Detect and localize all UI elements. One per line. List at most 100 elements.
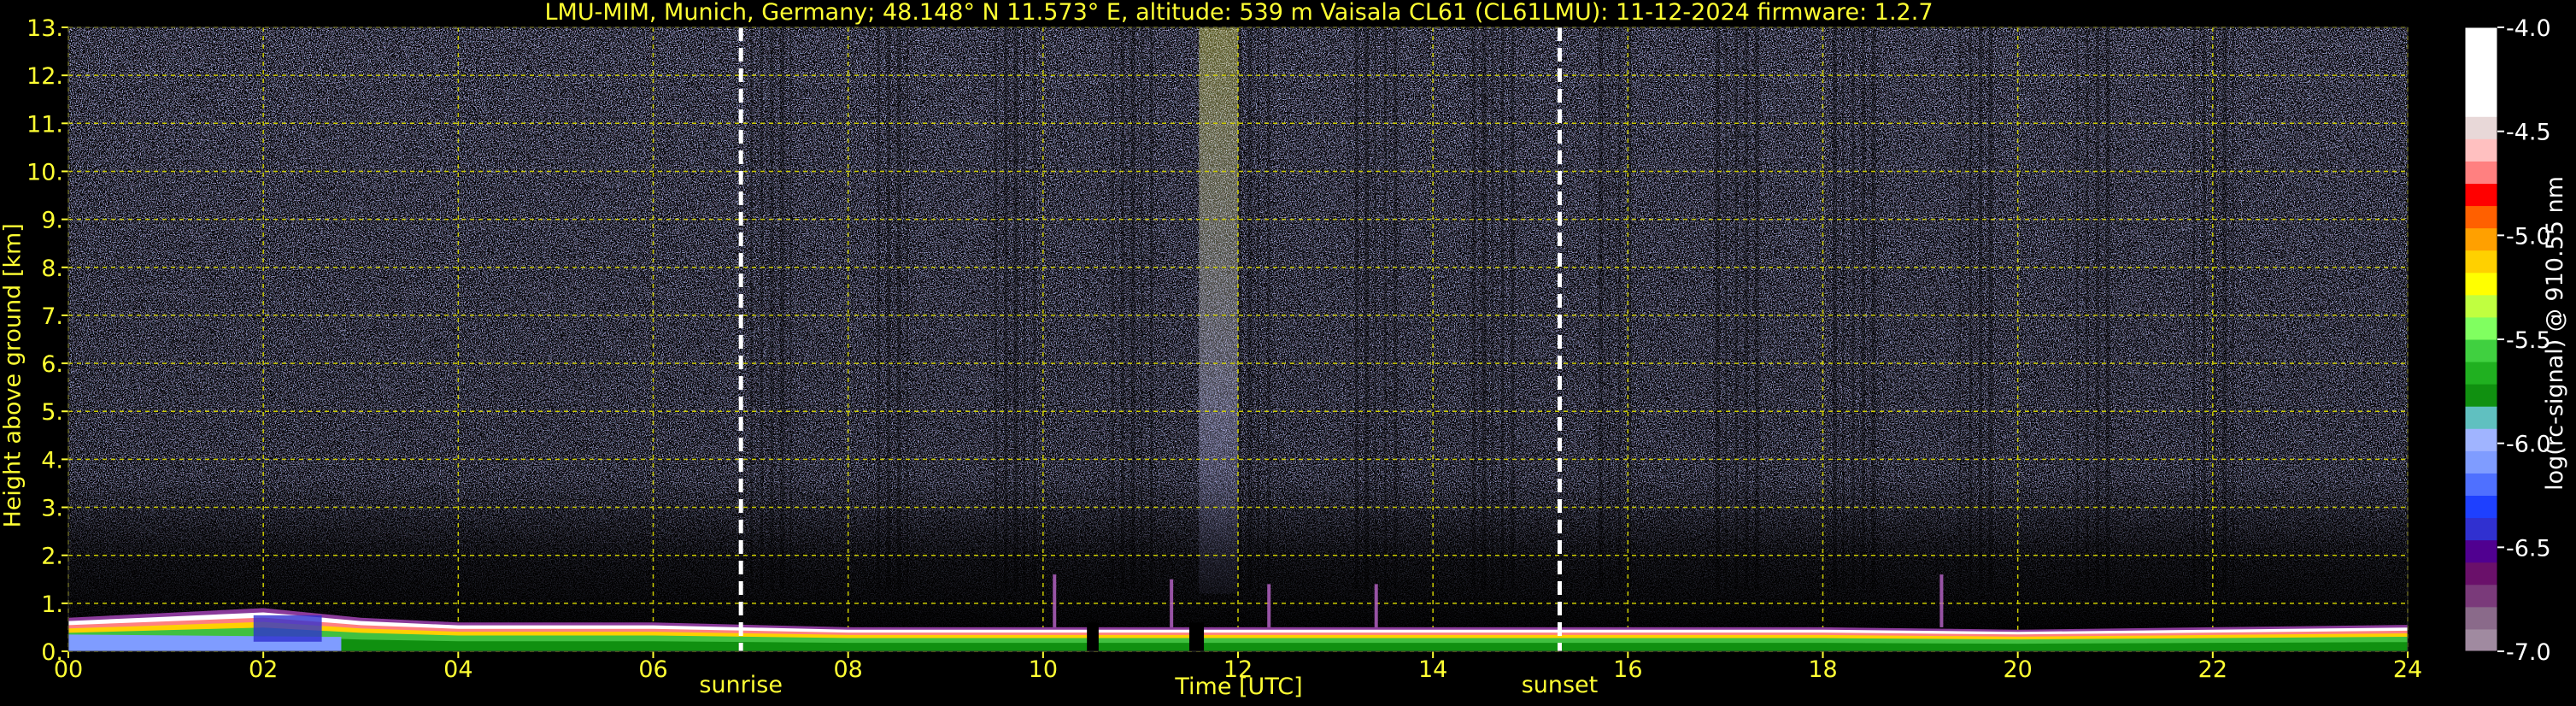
- dark-streak: [994, 27, 997, 589]
- dark-streak: [2105, 27, 2110, 589]
- y-tick-label: 13.: [26, 15, 63, 42]
- y-tick-label: 11.: [26, 111, 63, 138]
- data-gap: [1188, 622, 1205, 651]
- colorbar-swatch: [2465, 94, 2497, 117]
- dark-streak: [1471, 27, 1476, 589]
- colorbar-tick-label: -4.0: [2506, 15, 2551, 42]
- y-tick-label: 8.: [41, 256, 63, 282]
- dark-streak: [2095, 27, 2099, 589]
- y-tick-label: 0.: [41, 639, 63, 666]
- aerosol-plume: [1170, 579, 1174, 627]
- dark-streak: [1599, 27, 1604, 589]
- dark-streak: [1511, 27, 1515, 589]
- colorbar-swatch: [2465, 50, 2497, 73]
- colorbar-swatch: [2465, 539, 2497, 563]
- colorbar: -7.0-6.5-6.0-5.5-5.0-4.5-4.0: [2464, 15, 2551, 666]
- sunset-label: sunset: [1521, 672, 1599, 698]
- y-tick-label: 9.: [41, 208, 63, 234]
- signal-column: [1199, 27, 1238, 594]
- colorbar-swatch: [2465, 428, 2497, 451]
- dark-streak: [1608, 27, 1611, 589]
- colorbar-swatch: [2465, 183, 2497, 207]
- y-tick-label: 6.: [41, 351, 63, 378]
- x-tick-label: 24: [2393, 656, 2422, 683]
- dark-streak: [750, 27, 753, 589]
- colorbar-swatch: [2465, 517, 2497, 541]
- dark-streak: [1140, 27, 1142, 589]
- colorbar-swatch: [2465, 227, 2497, 251]
- dark-streak: [2212, 27, 2216, 589]
- x-tick-label: 18: [1808, 656, 1837, 683]
- x-tick-label: 08: [833, 656, 862, 683]
- sunrise-label: sunrise: [699, 672, 783, 698]
- dark-streak: [1004, 27, 1008, 589]
- dark-streak: [1969, 27, 1972, 589]
- x-tick-label: 10: [1029, 656, 1058, 683]
- y-tick-label: 10.: [26, 159, 63, 185]
- colorbar-swatch: [2465, 384, 2497, 407]
- colorbar-swatch: [2465, 362, 2497, 385]
- x-tick-label: 14: [1418, 656, 1447, 683]
- x-tick-label: 02: [249, 656, 278, 683]
- dark-streak: [1617, 27, 1621, 589]
- dark-streak: [779, 27, 784, 589]
- colorbar-swatch: [2465, 606, 2497, 630]
- dark-streak: [2193, 27, 2196, 589]
- dark-streak: [1716, 27, 1721, 589]
- dark-streak: [2086, 27, 2089, 589]
- colorbar-swatch: [2465, 495, 2497, 519]
- x-axis-label: Time [UTC]: [1175, 674, 1303, 700]
- dark-streak: [1257, 27, 1259, 589]
- dark-streak: [1482, 27, 1487, 589]
- aerosol-plume: [1374, 584, 1378, 627]
- y-tick-label: 7.: [41, 303, 63, 330]
- colorbar-swatch: [2465, 272, 2497, 296]
- dark-streak: [1979, 27, 1983, 589]
- colorbar-swatch: [2465, 316, 2497, 340]
- colorbar-swatch: [2465, 450, 2497, 474]
- dark-streak: [1842, 27, 1845, 589]
- dark-streak: [770, 27, 774, 589]
- dark-streak: [2203, 27, 2206, 589]
- y-tick-label: 3.: [41, 496, 63, 522]
- data-gap: [1087, 622, 1099, 651]
- colorbar-tick-label: -7.0: [2506, 639, 2551, 666]
- colorbar-swatch: [2465, 339, 2497, 362]
- colorbar-swatch: [2465, 27, 2497, 50]
- dark-streak: [1501, 27, 1505, 589]
- dark-streak: [2076, 27, 2079, 589]
- colorbar-label: log(rc-signal) @ 910.55 nm: [2542, 176, 2568, 491]
- colorbar-swatch: [2465, 628, 2497, 652]
- dark-streak: [1013, 27, 1018, 589]
- colorbar-swatch: [2465, 584, 2497, 608]
- y-tick-label: 2.: [41, 544, 63, 570]
- dark-streak: [789, 27, 792, 589]
- dark-streak: [1832, 27, 1837, 589]
- dark-streak: [1754, 27, 1759, 589]
- aerosol-patch: [253, 615, 322, 642]
- dark-streak: [1959, 27, 1962, 589]
- dark-streak: [887, 27, 891, 589]
- dark-streak: [1364, 27, 1370, 589]
- dark-streak: [1394, 27, 1398, 589]
- dark-streak: [877, 27, 880, 589]
- dark-streak: [1033, 27, 1036, 589]
- dark-streak: [1354, 27, 1358, 589]
- colorbar-swatch: [2465, 406, 2497, 429]
- dark-streak: [1745, 27, 1749, 589]
- colorbar-swatch: [2465, 473, 2497, 496]
- aerosol-plume: [1939, 574, 1944, 627]
- y-axis-label: Height above ground [km]: [0, 223, 26, 528]
- dark-streak: [1111, 27, 1114, 589]
- dark-streak: [1725, 27, 1728, 589]
- colorbar-swatch: [2465, 72, 2497, 95]
- dark-streak: [1238, 27, 1241, 589]
- dark-streak: [1862, 27, 1866, 589]
- dark-streak: [896, 27, 901, 589]
- y-tick-label: 12.: [26, 63, 63, 90]
- dark-streak: [1267, 27, 1270, 589]
- dark-streak: [1374, 27, 1376, 589]
- colorbar-swatch: [2465, 562, 2497, 585]
- colorbar-swatch: [2465, 250, 2497, 274]
- dark-streak: [2232, 27, 2234, 589]
